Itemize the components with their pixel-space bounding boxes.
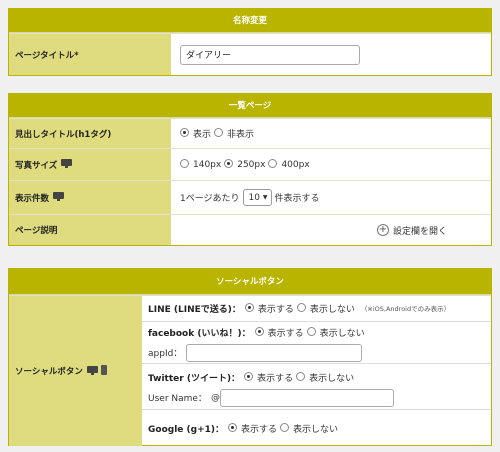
display-count-suffix: 件表示する (274, 194, 320, 204)
plus-icon: + (377, 224, 389, 236)
twitter-show-radio[interactable] (244, 372, 254, 382)
facebook-appid-input[interactable] (186, 343, 363, 362)
photo-size-400-option[interactable]: 400px (268, 159, 310, 170)
photo-size-label: 写真サイズ (15, 160, 58, 171)
monitor-icon (61, 159, 73, 168)
line-show-option[interactable]: 表示する (244, 302, 294, 315)
chevron-down-icon: ▼ (262, 194, 268, 201)
heading-title-show-option[interactable]: 表示 (180, 127, 211, 140)
line-hide-option[interactable]: 表示しない (296, 302, 355, 315)
photo-size-250-radio[interactable] (224, 159, 234, 168)
photo-size-140-radio[interactable] (180, 159, 189, 168)
monitor-icon (53, 192, 65, 201)
display-count-row: 表示件数 1ページあたり 10 ▼ 件表示する (9, 180, 491, 214)
facebook-hide-radio[interactable] (306, 327, 316, 337)
google-hide-option[interactable]: 表示しない (280, 422, 338, 435)
line-hide-radio[interactable] (296, 302, 306, 312)
page-description-label: ページ説明 (9, 215, 171, 245)
twitter-show-option[interactable]: 表示する (244, 371, 293, 384)
photo-size-250-option[interactable]: 250px (224, 159, 265, 170)
facebook-appid-label: appId： (148, 349, 183, 360)
photo-size-row: 写真サイズ 140px 250px 400px (9, 148, 491, 180)
social-buttons-header: ソーシャルボタン (9, 269, 491, 295)
monitor-icon (86, 365, 98, 375)
display-count-label: 表示件数 (15, 193, 50, 204)
twitter-hide-option[interactable]: 表示しない (296, 371, 354, 384)
page-description-row: ページ説明 + 設定欄を開く (9, 214, 491, 245)
heading-title-hide-radio[interactable] (214, 128, 224, 137)
photo-size-400-radio[interactable] (268, 159, 278, 168)
line-note: （※iOS,Androidでのみ表示） (360, 305, 451, 314)
name-change-header: 名称変更 (9, 9, 491, 33)
facebook-show-option[interactable]: 表示する (254, 326, 304, 339)
display-count-prefix: 1ページあたり (180, 194, 240, 204)
line-row: LINE (LINEで送る)： 表示する 表示しない （※iOS,Android… (142, 296, 491, 321)
facebook-block: facebook (いいね！)： 表示する 表示しない appId： (142, 320, 491, 363)
page-title-input[interactable] (180, 44, 360, 65)
open-settings-button[interactable]: + 設定欄を開く (377, 224, 447, 237)
heading-title-hide-option[interactable]: 非表示 (214, 127, 254, 140)
google-label: Google (g+1)： (148, 424, 224, 435)
list-page-panel: 一覧ページ 見出しタイトル(h1タグ) 表示 非表示 写真サイズ 140px 2… (8, 93, 492, 246)
google-show-radio[interactable] (228, 422, 237, 432)
page-title-row: ページタイトル* (9, 33, 491, 75)
name-change-panel: 名称変更 ページタイトル* (8, 8, 492, 76)
line-label: LINE (LINEで送る)： (148, 304, 241, 315)
google-hide-radio[interactable] (280, 422, 290, 432)
social-buttons-label: ソーシャルボタン (15, 367, 83, 377)
list-page-header: 一覧ページ (9, 94, 491, 118)
twitter-label: Twitter (ツイート)： (148, 374, 241, 385)
display-count-select[interactable]: 10 ▼ (242, 189, 272, 206)
page-title-label: ページタイトル* (9, 34, 171, 75)
twitter-at-sign: @ (210, 392, 220, 403)
heading-title-row: 見出しタイトル(h1タグ) 表示 非表示 (9, 118, 491, 148)
google-row: Google (g+1)： 表示する 表示しない (142, 409, 491, 446)
google-show-option[interactable]: 表示する (228, 422, 277, 435)
line-show-radio[interactable] (244, 302, 254, 312)
twitter-hide-radio[interactable] (296, 372, 306, 382)
twitter-block: Twitter (ツイート)： 表示する 表示しない User Name： @ (142, 362, 491, 410)
twitter-username-input[interactable] (219, 388, 394, 407)
social-buttons-panel: ソーシャルボタン ソーシャルボタン LINE (LINEで送る)： 表示する 表… (8, 268, 492, 446)
photo-size-140-option[interactable]: 140px (180, 159, 221, 170)
heading-title-label: 見出しタイトル(h1タグ) (9, 119, 171, 148)
social-options: LINE (LINEで送る)： 表示する 表示しない （※iOS,Android… (142, 296, 491, 446)
twitter-username-label: User Name： (148, 394, 207, 405)
heading-title-show-radio[interactable] (180, 128, 189, 137)
smartphone-icon (100, 365, 107, 375)
facebook-label: facebook (いいね！)： (148, 329, 251, 340)
facebook-hide-option[interactable]: 表示しない (306, 326, 365, 339)
facebook-show-radio[interactable] (254, 327, 264, 337)
